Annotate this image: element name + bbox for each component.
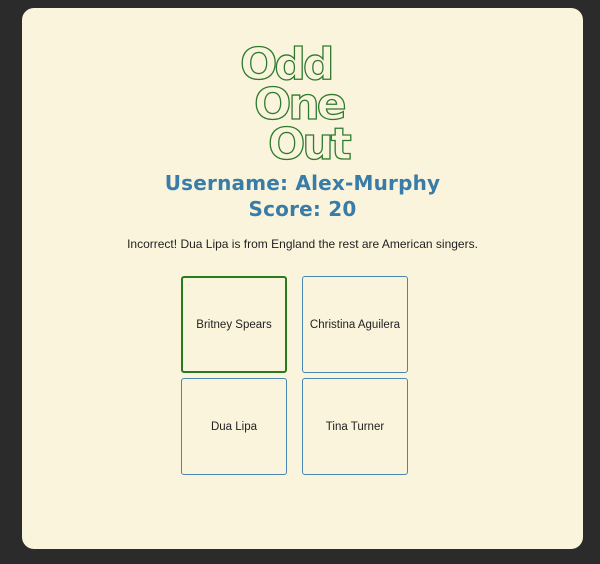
game-card: Odd One Out Username: Alex-Murphy Score:… bbox=[22, 8, 583, 549]
username-heading: Username: Alex-Murphy bbox=[22, 171, 583, 195]
username-value: Alex-Murphy bbox=[295, 171, 441, 195]
option-christina-aguilera[interactable]: Christina Aguilera bbox=[302, 276, 408, 373]
logo-line-3: Out bbox=[268, 119, 352, 163]
option-dua-lipa[interactable]: Dua Lipa bbox=[181, 378, 287, 475]
option-label: Britney Spears bbox=[196, 318, 272, 331]
username-label: Username: bbox=[164, 171, 289, 195]
feedback-message: Incorrect! Dua Lipa is from England the … bbox=[22, 237, 583, 251]
score-value: 20 bbox=[328, 197, 357, 221]
option-label: Christina Aguilera bbox=[309, 318, 401, 331]
odd-one-out-logo: Odd One Out bbox=[236, 41, 361, 163]
option-tina-turner[interactable]: Tina Turner bbox=[302, 378, 408, 475]
score-label: Score: bbox=[248, 197, 322, 221]
option-label: Tina Turner bbox=[325, 420, 385, 433]
feedback-text: Dua Lipa is from England the rest are Am… bbox=[180, 237, 478, 251]
option-britney-spears[interactable]: Britney Spears bbox=[181, 276, 287, 373]
score-heading: Score: 20 bbox=[22, 197, 583, 221]
feedback-verdict: Incorrect! bbox=[127, 237, 178, 251]
option-label: Dua Lipa bbox=[210, 420, 258, 433]
